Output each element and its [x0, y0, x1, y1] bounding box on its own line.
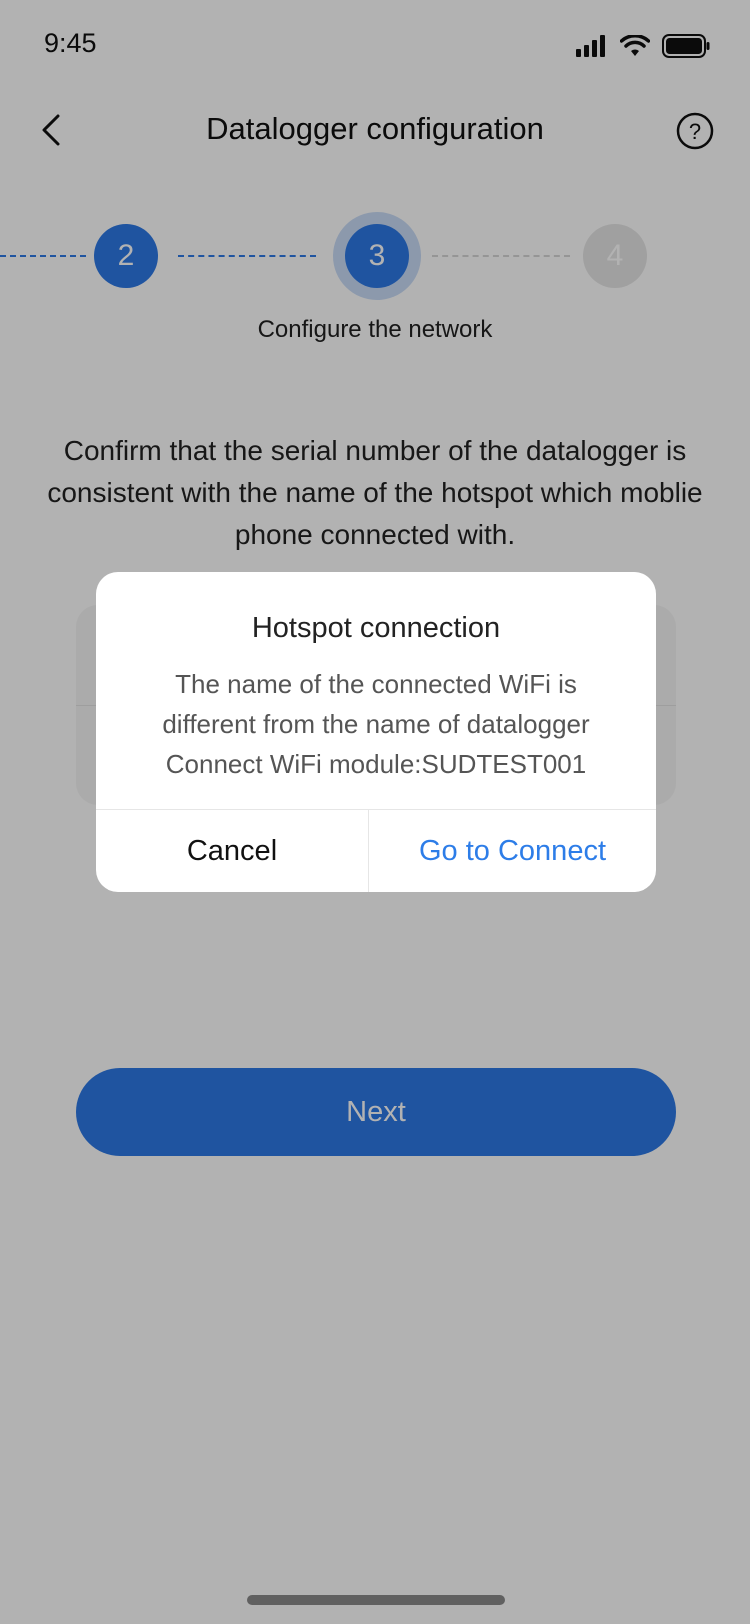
dialog-message-line: different from the name of datalogger — [162, 709, 590, 739]
dialog-message: The name of the connected WiFi is differ… — [116, 664, 636, 784]
dialog-message-line: The name of the connected WiFi is — [175, 669, 577, 699]
cancel-button[interactable]: Cancel — [96, 810, 368, 892]
dialog-title: Hotspot connection — [251, 612, 501, 644]
go-to-connect-button[interactable]: Go to Connect — [369, 810, 656, 892]
dialog-message-line: Connect WiFi module:SUDTEST001 — [165, 749, 587, 779]
hotspot-connection-dialog: Hotspot connection The name of the conne… — [96, 572, 656, 892]
